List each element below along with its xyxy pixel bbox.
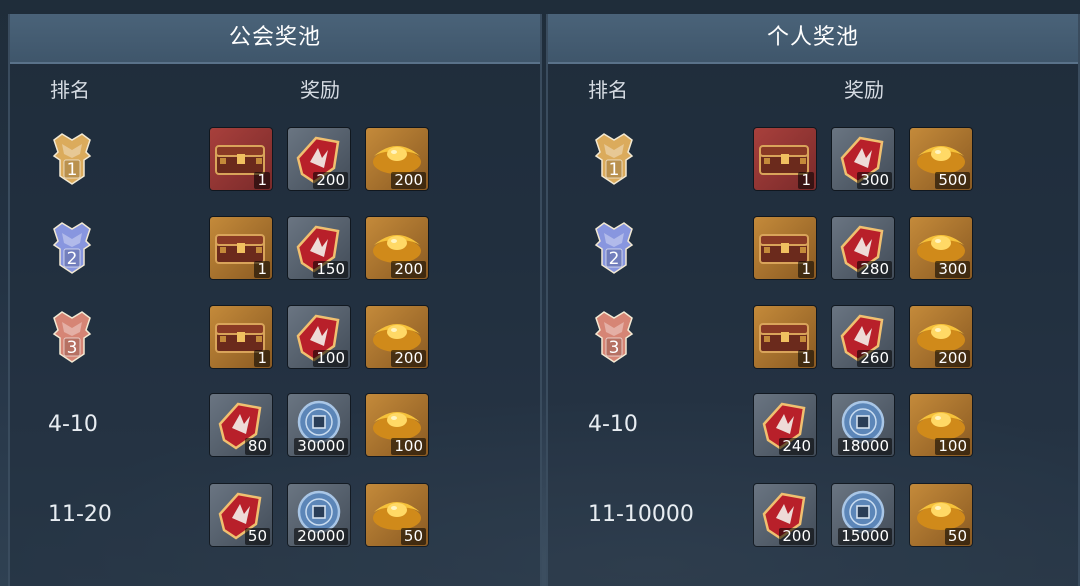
item-quantity: 80	[244, 438, 270, 455]
rank-range-label: 11-20	[48, 502, 112, 527]
coin-reward-item[interactable]: 15000	[832, 484, 894, 546]
item-quantity: 240	[779, 438, 814, 455]
gold-reward-item[interactable]: 300	[910, 217, 972, 279]
gold-reward-item[interactable]: 100	[910, 394, 972, 456]
rank-number: 1	[66, 160, 78, 180]
rank-column-header: 排名	[50, 78, 90, 102]
item-quantity: 100	[935, 438, 970, 455]
chest-reward-item[interactable]: 1	[754, 306, 816, 368]
item-quantity: 200	[935, 350, 970, 367]
scroll-reward-item[interactable]: 200	[288, 128, 350, 190]
rank-3-badge-icon: 3	[50, 308, 94, 364]
coin-reward-item[interactable]: 18000	[832, 394, 894, 456]
rank-number: 3	[608, 338, 620, 358]
rank-1-badge-icon: 1	[592, 130, 636, 186]
chest-reward-item[interactable]: 1	[210, 306, 272, 368]
item-quantity: 500	[935, 172, 970, 189]
item-quantity: 1	[254, 172, 270, 189]
rank-number: 2	[66, 249, 78, 269]
reward-row: 2 1 150 200	[10, 217, 540, 281]
item-quantity: 15000	[838, 528, 892, 545]
chest-reward-item[interactable]: 1	[754, 217, 816, 279]
gold-reward-item[interactable]: 200	[366, 128, 428, 190]
item-quantity: 1	[254, 350, 270, 367]
scroll-reward-item[interactable]: 280	[832, 217, 894, 279]
item-quantity: 150	[313, 261, 348, 278]
item-quantity: 1	[254, 261, 270, 278]
item-quantity: 300	[935, 261, 970, 278]
chest-reward-item[interactable]: 1	[754, 128, 816, 190]
reward-row: 3 1 100 200	[10, 306, 540, 370]
reward-row: 2 1 280 300	[548, 217, 1078, 281]
rank-number: 1	[608, 160, 620, 180]
item-quantity: 200	[391, 350, 426, 367]
gold-reward-item[interactable]: 50	[366, 484, 428, 546]
item-quantity: 20000	[294, 528, 348, 545]
rank-number: 2	[608, 249, 620, 269]
rank-3-badge-icon: 3	[592, 308, 636, 364]
scroll-reward-item[interactable]: 50	[210, 484, 272, 546]
gold-reward-item[interactable]: 200	[910, 306, 972, 368]
item-quantity: 1	[798, 350, 814, 367]
item-quantity: 1	[798, 172, 814, 189]
item-quantity: 30000	[294, 438, 348, 455]
item-quantity: 260	[857, 350, 892, 367]
item-quantity: 200	[391, 261, 426, 278]
chest-reward-item[interactable]: 1	[210, 128, 272, 190]
rank-column-header: 排名	[588, 78, 628, 102]
gold-reward-item[interactable]: 100	[366, 394, 428, 456]
scroll-reward-item[interactable]: 150	[288, 217, 350, 279]
item-quantity: 200	[391, 172, 426, 189]
item-quantity: 50	[400, 528, 426, 545]
reward-row: 1 1 200 200	[10, 128, 540, 192]
item-quantity: 200	[313, 172, 348, 189]
rank-2-badge-icon: 2	[592, 219, 636, 275]
panel-title: 个人奖池	[548, 14, 1078, 64]
chest-reward-item[interactable]: 1	[210, 217, 272, 279]
reward-row: 3 1 260 200	[548, 306, 1078, 370]
item-quantity: 280	[857, 261, 892, 278]
item-quantity: 100	[313, 350, 348, 367]
rank-range-label: 4-10	[588, 412, 638, 437]
coin-reward-item[interactable]: 30000	[288, 394, 350, 456]
gold-reward-item[interactable]: 500	[910, 128, 972, 190]
gold-reward-item[interactable]: 200	[366, 217, 428, 279]
item-quantity: 50	[944, 528, 970, 545]
item-quantity: 200	[779, 528, 814, 545]
reward-column-header: 奖励	[300, 78, 340, 102]
reward-row: 11-20 50 20000 50	[10, 484, 540, 548]
reward-row: 4-10 240 18000 100	[548, 394, 1078, 458]
personal-pool-panel: 个人奖池 排名 奖励 1 1 300 500 2 1 280 300 3 1 2…	[546, 14, 1080, 586]
gold-reward-item[interactable]: 50	[910, 484, 972, 546]
item-quantity: 300	[857, 172, 892, 189]
item-quantity: 1	[798, 261, 814, 278]
scroll-reward-item[interactable]: 240	[754, 394, 816, 456]
reward-row: 1 1 300 500	[548, 128, 1078, 192]
item-quantity: 100	[391, 438, 426, 455]
rank-range-label: 4-10	[48, 412, 98, 437]
rank-2-badge-icon: 2	[50, 219, 94, 275]
guild-pool-panel: 公会奖池 排名 奖励 1 1 200 200 2 1 150 200 3 1 1…	[8, 14, 542, 586]
item-quantity: 50	[244, 528, 270, 545]
rank-number: 3	[66, 338, 78, 358]
scroll-reward-item[interactable]: 80	[210, 394, 272, 456]
reward-row: 4-10 80 30000 100	[10, 394, 540, 458]
scroll-reward-item[interactable]: 100	[288, 306, 350, 368]
panel-title: 公会奖池	[10, 14, 540, 64]
scroll-reward-item[interactable]: 260	[832, 306, 894, 368]
gold-reward-item[interactable]: 200	[366, 306, 428, 368]
item-quantity: 18000	[838, 438, 892, 455]
scroll-reward-item[interactable]: 300	[832, 128, 894, 190]
coin-reward-item[interactable]: 20000	[288, 484, 350, 546]
reward-column-header: 奖励	[844, 78, 884, 102]
rank-range-label: 11-10000	[588, 502, 694, 527]
scroll-reward-item[interactable]: 200	[754, 484, 816, 546]
rank-1-badge-icon: 1	[50, 130, 94, 186]
reward-row: 11-10000 200 15000 50	[548, 484, 1078, 548]
